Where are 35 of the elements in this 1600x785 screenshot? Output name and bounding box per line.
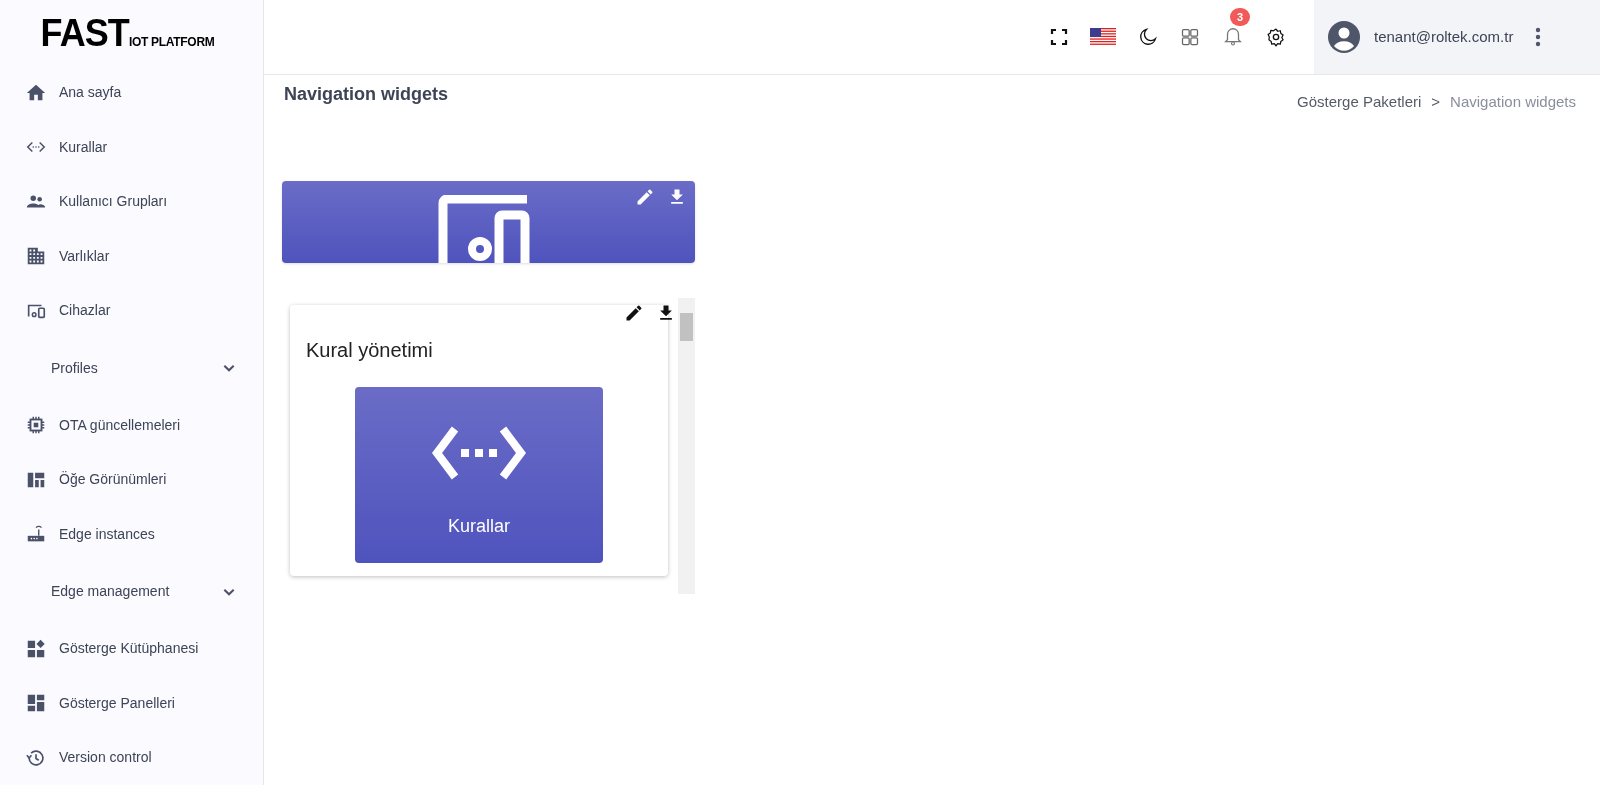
avatar-icon: [1328, 21, 1360, 53]
moon-icon[interactable]: [1138, 27, 1158, 47]
page-title: Navigation widgets: [284, 83, 449, 106]
fullscreen-icon[interactable]: [1050, 28, 1068, 46]
code-icon: [431, 424, 527, 481]
notification-badge: 3: [1230, 8, 1250, 26]
breadcrumb-separator: >: [1431, 92, 1441, 112]
breadcrumb-link[interactable]: Gösterge Paketleri: [1297, 91, 1422, 114]
sidebar-group[interactable]: Edge management: [0, 561, 263, 622]
sidebar-item[interactable]: Gösterge Panelleri: [0, 676, 263, 731]
grid-icon[interactable]: [1180, 27, 1200, 47]
edit-icon[interactable]: [624, 302, 644, 323]
sidebar-item[interactable]: Gösterge Kütüphanesi: [0, 621, 263, 676]
widgets-icon: [25, 637, 47, 660]
logo-tagline: IOT PLATFORM: [128, 35, 215, 48]
sidebar-item[interactable]: Varlıklar: [0, 229, 263, 284]
more-icon[interactable]: [1535, 27, 1542, 47]
sidebar-item[interactable]: Kurallar: [0, 120, 263, 175]
sidebar-item[interactable]: Cihazlar: [0, 283, 263, 338]
rules-nav-button[interactable]: Kurallar: [355, 386, 603, 563]
sidebar-group[interactable]: Profiles: [0, 338, 263, 398]
sidebar-item[interactable]: Edge instances: [0, 507, 263, 562]
logo-brand: FAST: [40, 16, 129, 49]
sidebar-item[interactable]: Öğe Görünümleri: [0, 452, 263, 507]
bell-icon[interactable]: [1222, 27, 1244, 47]
scrollbar[interactable]: [678, 297, 695, 594]
flag-icon[interactable]: [1090, 28, 1116, 46]
sidebar-item[interactable]: OTA güncellemeleri: [0, 398, 263, 453]
sidebar-item[interactable]: Version control: [0, 730, 263, 785]
user-email: tenant@roltek.com.tr: [1374, 26, 1514, 47]
settings-icon[interactable]: [1266, 27, 1286, 47]
user-panel[interactable]: tenant@roltek.com.tr: [1314, 0, 1600, 74]
card-title: Kural yönetimi: [306, 337, 434, 363]
sidebar-item[interactable]: Kullanıcı Grupları: [0, 174, 263, 229]
sidebar-item[interactable]: Ana sayfa: [0, 65, 263, 120]
